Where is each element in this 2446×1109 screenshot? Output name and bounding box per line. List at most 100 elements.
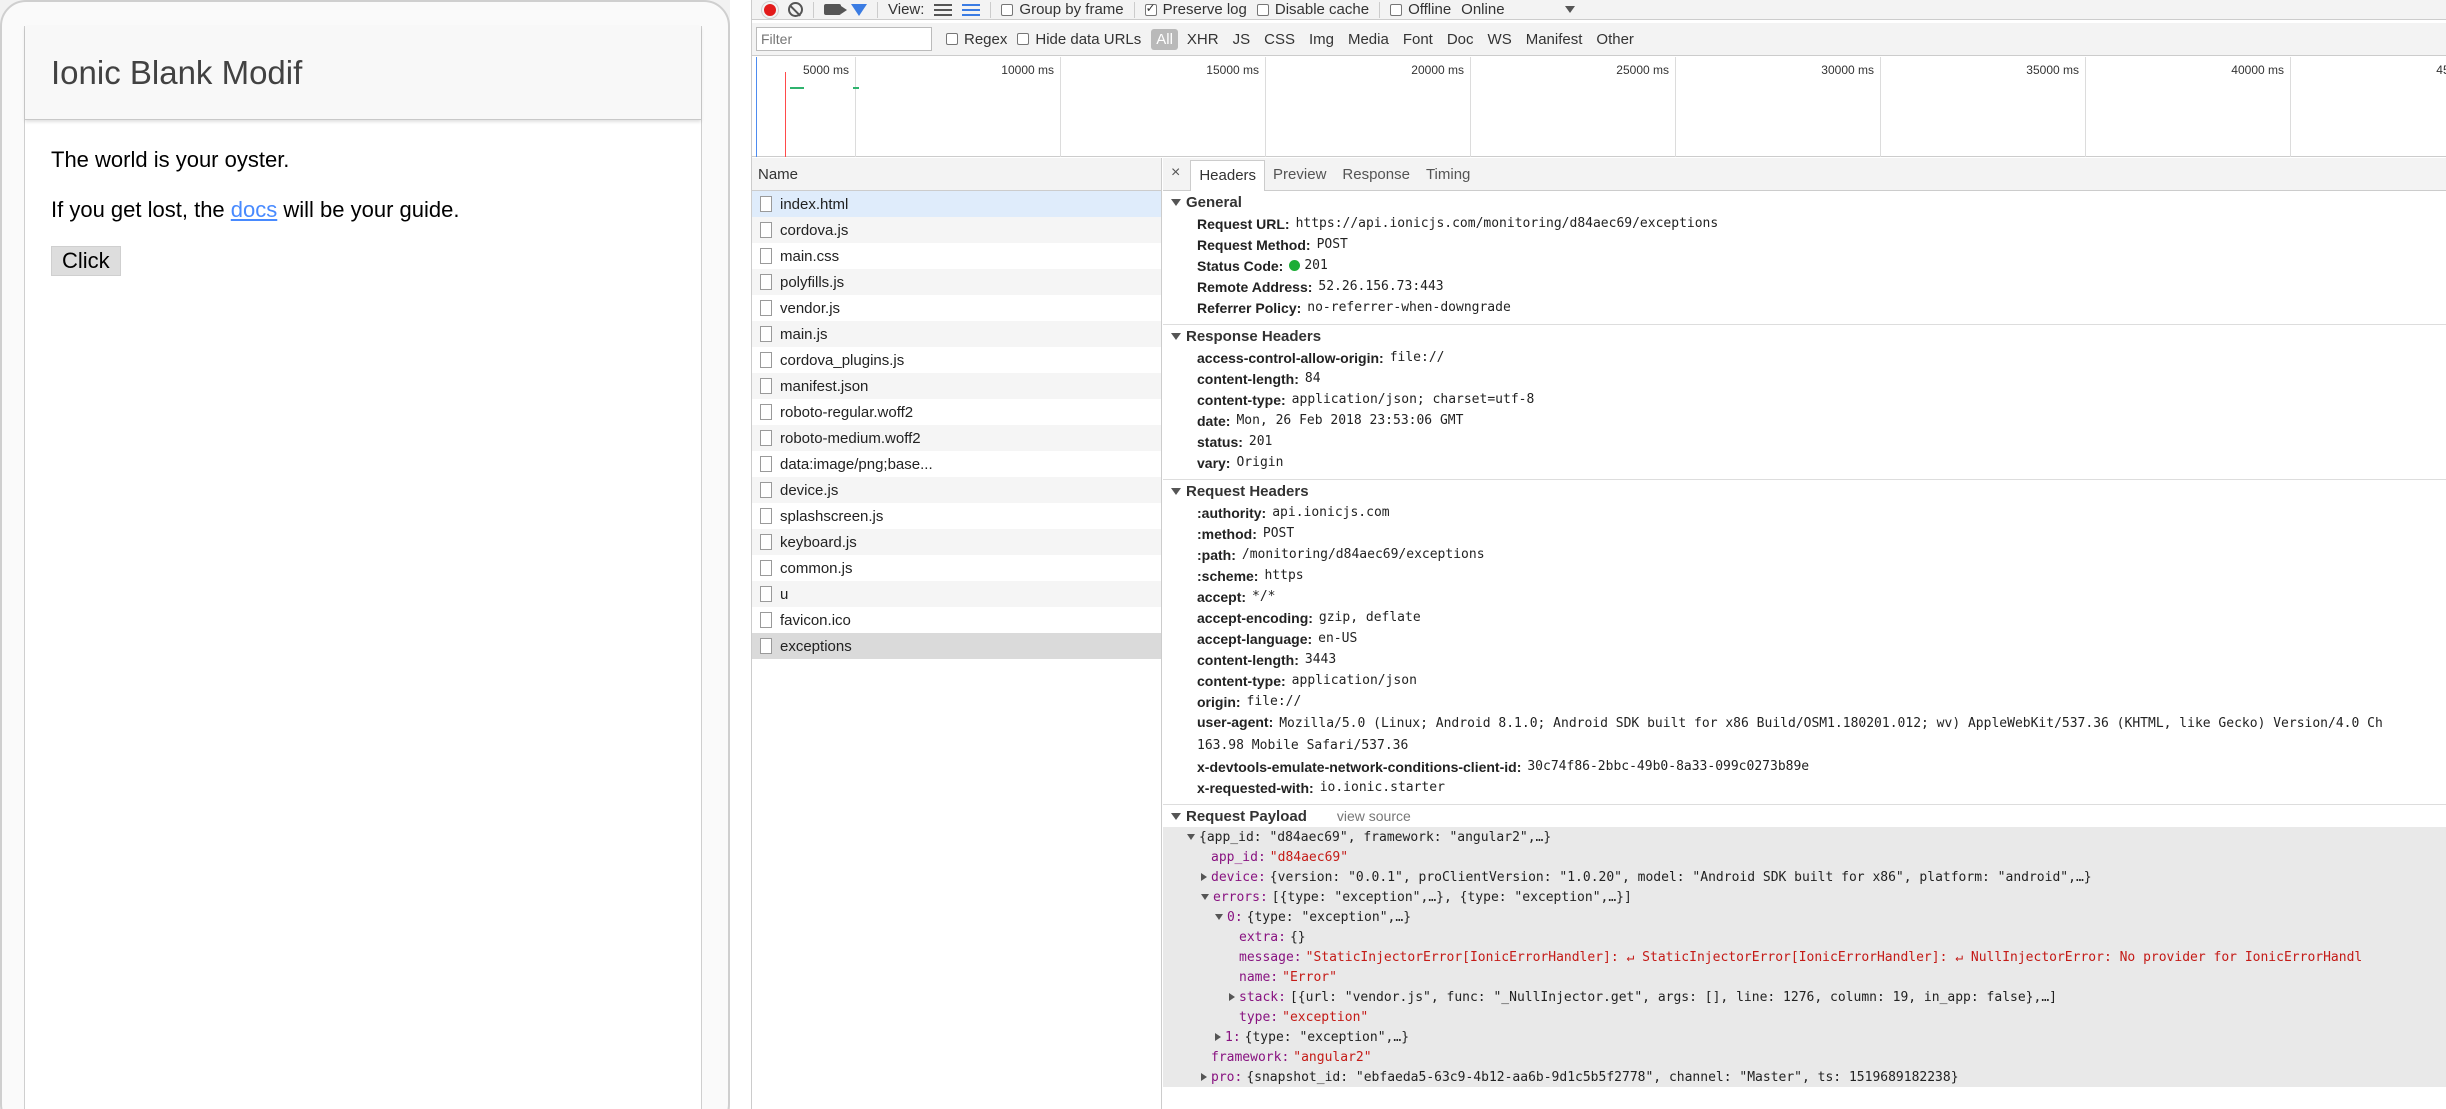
record-button[interactable]: [762, 1, 778, 18]
header-row: Request Method: POST: [1163, 234, 2446, 255]
checkbox-icon: [1256, 3, 1269, 16]
payload-tree-row[interactable]: 1: {type: "exception",…}: [1163, 1027, 2446, 1047]
type-filter-img[interactable]: Img: [1304, 29, 1339, 50]
response-headers-toggle[interactable]: Response Headers: [1163, 325, 2446, 347]
triangle-down-icon[interactable]: [1201, 894, 1209, 900]
guide-text: If you get lost, the docs will be your g…: [51, 194, 675, 226]
overview-button[interactable]: [962, 3, 981, 16]
type-filter-other[interactable]: Other: [1591, 29, 1639, 50]
view-source-link[interactable]: view source: [1337, 808, 1411, 824]
header-row: x-requested-with: io.ionic.starter: [1163, 777, 2446, 798]
filter-toggle-button[interactable]: [851, 3, 867, 16]
request-row[interactable]: roboto-regular.woff2: [752, 399, 1161, 425]
type-filter-all[interactable]: All: [1151, 28, 1178, 50]
header-value: https: [1264, 568, 1304, 583]
payload-tree-row: type: "exception": [1163, 1007, 2446, 1027]
clear-button[interactable]: [788, 2, 803, 17]
triangle-right-icon[interactable]: [1229, 993, 1235, 1001]
tab-preview[interactable]: Preview: [1265, 166, 1334, 190]
docs-link[interactable]: docs: [231, 197, 277, 222]
group-by-frame-checkbox[interactable]: Group by frame: [1001, 1, 1124, 18]
request-row[interactable]: index.html: [752, 191, 1161, 217]
header-key: user-agent:: [1197, 714, 1274, 730]
offline-checkbox[interactable]: Offline: [1390, 1, 1451, 18]
request-row[interactable]: manifest.json: [752, 373, 1161, 399]
throttling-dropdown[interactable]: [1564, 6, 1575, 13]
overview-window-handle[interactable]: [756, 57, 757, 157]
request-row[interactable]: main.js: [752, 321, 1161, 347]
close-icon[interactable]: ×: [1171, 164, 1180, 182]
overview-gridline: [1265, 57, 1266, 157]
type-filter-xhr[interactable]: XHR: [1182, 29, 1224, 50]
hide-data-urls-checkbox[interactable]: Hide data URLs: [1017, 31, 1141, 48]
payload-tree-row[interactable]: pro: {snapshot_id: "ebfaeda5-63c9-4b12-aa…: [1163, 1067, 2446, 1087]
type-filter-manifest[interactable]: Manifest: [1521, 29, 1588, 50]
intro-text: The world is your oyster.: [51, 147, 290, 172]
click-button[interactable]: Click: [51, 246, 121, 276]
request-name: roboto-regular.woff2: [780, 403, 914, 421]
file-icon: [760, 222, 772, 238]
capture-screenshots-button[interactable]: [824, 4, 847, 15]
payload-tree-row: name: "Error": [1163, 967, 2446, 987]
request-row[interactable]: cordova_plugins.js: [752, 347, 1161, 373]
disable-cache-checkbox[interactable]: Disable cache: [1256, 1, 1370, 18]
payload-key: 0:: [1227, 909, 1243, 925]
request-row[interactable]: splashscreen.js: [752, 503, 1161, 529]
request-row[interactable]: main.css: [752, 243, 1161, 269]
payload-tree-row[interactable]: stack: [{url: "vendor.js", func: "_NullIn…: [1163, 987, 2446, 1007]
throttling-select[interactable]: Online: [1461, 1, 1504, 18]
header-row: Remote Address: 52.26.156.73:443: [1163, 276, 2446, 297]
header-row: :method: POST: [1163, 523, 2446, 544]
filter-input[interactable]: [756, 27, 932, 51]
request-row[interactable]: common.js: [752, 555, 1161, 581]
payload-tree-row[interactable]: {app_id: "d84aec69", framework: "angular…: [1163, 827, 2446, 847]
request-row[interactable]: u: [752, 581, 1161, 607]
header-key: content-length:: [1197, 370, 1299, 387]
triangle-right-icon[interactable]: [1201, 1073, 1207, 1081]
payload-tree-row[interactable]: 0: {type: "exception",…}: [1163, 907, 2446, 927]
payload-value: {type: "exception",…}: [1244, 1029, 1410, 1045]
tab-headers[interactable]: Headers: [1190, 160, 1266, 191]
type-filter-js[interactable]: JS: [1228, 29, 1256, 50]
type-filter-media[interactable]: Media: [1343, 29, 1394, 50]
large-rows-button[interactable]: [934, 3, 953, 16]
regex-checkbox[interactable]: Regex: [946, 31, 1007, 48]
network-overview-timeline[interactable]: 5000 ms 10000 ms 15000 ms 20000 ms 25000 ms 3…: [752, 57, 2446, 157]
type-filter-css[interactable]: CSS: [1259, 29, 1300, 50]
payload-tree-row[interactable]: errors: [{type: "exception",…}, {type: "e…: [1163, 887, 2446, 907]
request-row[interactable]: data:image/png;base...: [752, 451, 1161, 477]
request-row[interactable]: keyboard.js: [752, 529, 1161, 555]
triangle-right-icon[interactable]: [1201, 873, 1207, 881]
request-row[interactable]: vendor.js: [752, 295, 1161, 321]
request-row[interactable]: cordova.js: [752, 217, 1161, 243]
filter-toolbar: Regex Hide data URLs AllXHRJSCSSImgMedia…: [752, 23, 2446, 56]
preserve-log-checkbox[interactable]: Preserve log: [1144, 1, 1247, 18]
disable-cache-label: Disable cache: [1274, 1, 1370, 18]
request-name: main.css: [780, 247, 840, 265]
header-value: POST: [1262, 526, 1295, 541]
request-row[interactable]: roboto-medium.woff2: [752, 425, 1161, 451]
header-value: */*: [1252, 589, 1276, 604]
request-row[interactable]: favicon.ico: [752, 607, 1161, 633]
toolbar-divider: [1133, 1, 1135, 18]
request-row[interactable]: polyfills.js: [752, 269, 1161, 295]
payload-value: "Error": [1282, 969, 1337, 985]
triangle-down-icon: [1171, 812, 1181, 820]
type-filter-ws[interactable]: WS: [1483, 29, 1517, 50]
payload-tree-row: app_id: "d84aec69": [1163, 847, 2446, 867]
request-headers-toggle[interactable]: Request Headers: [1163, 480, 2446, 502]
checkbox-checked-icon: [1144, 1, 1157, 16]
name-column-header[interactable]: Name: [752, 158, 1161, 191]
triangle-down-icon[interactable]: [1187, 834, 1195, 840]
triangle-right-icon[interactable]: [1215, 1033, 1221, 1041]
tab-response[interactable]: Response: [1334, 166, 1418, 190]
type-filter-font[interactable]: Font: [1398, 29, 1438, 50]
request-row[interactable]: device.js: [752, 477, 1161, 503]
request-payload-toggle[interactable]: Request Payload view source: [1163, 805, 2446, 827]
type-filter-doc[interactable]: Doc: [1442, 29, 1479, 50]
request-row[interactable]: exceptions: [752, 633, 1161, 659]
payload-tree-row[interactable]: device: {version: "0.0.1", proClientVersi…: [1163, 867, 2446, 887]
triangle-down-icon[interactable]: [1215, 914, 1223, 920]
tab-timing[interactable]: Timing: [1418, 166, 1478, 190]
general-section-toggle[interactable]: General: [1163, 191, 2446, 213]
